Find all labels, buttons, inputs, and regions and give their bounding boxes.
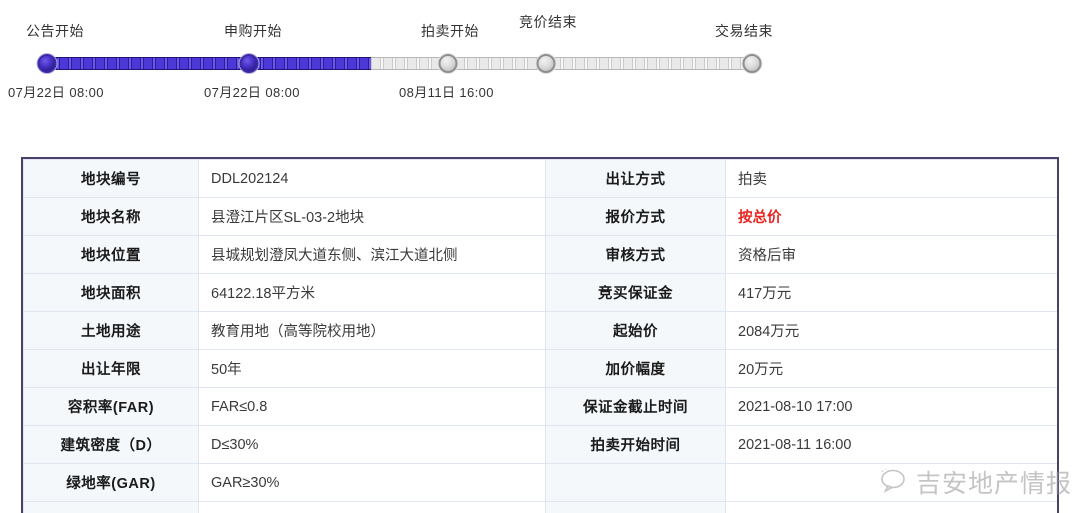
timeline-label-2: 拍卖开始 [421, 21, 479, 41]
table-row: 土地用途教育用地（高等院校用地）起始价2084万元 [24, 312, 1058, 350]
row-label-left: 建筑密度（D） [24, 426, 199, 464]
table-row: 容积率(FAR)FAR≤0.8保证金截止时间2021-08-10 17:00 [24, 388, 1058, 426]
row-value-right: 417万元 [726, 274, 1058, 312]
row-label-left: 地块名称 [24, 198, 199, 236]
timeline-date-1: 07月22日 08:00 [204, 82, 300, 101]
row-label-left [24, 502, 199, 513]
row-value-left [199, 502, 546, 513]
row-label-left: 土地用途 [24, 312, 199, 350]
row-label-left: 出让年限 [24, 350, 199, 388]
row-label-left: 地块编号 [24, 160, 199, 198]
row-value-right: 按总价 [726, 198, 1058, 236]
row-label-right: 报价方式 [546, 198, 726, 236]
row-value-left: 教育用地（高等院校用地） [199, 312, 546, 350]
timeline-node-4[interactable] [743, 54, 762, 73]
timeline-node-2[interactable] [439, 54, 458, 73]
timeline-date-0: 07月22日 08:00 [8, 82, 104, 101]
table-row: 地块名称县澄江片区SL-03-2地块报价方式按总价 [24, 198, 1058, 236]
row-value-left: DDL202124 [199, 160, 546, 198]
row-label-right [546, 464, 726, 502]
auction-timeline: 公告开始 申购开始 拍卖开始 竞价结束 交易结束 07月22日 08:00 07… [0, 0, 1080, 110]
timeline-label-1: 申购开始 [224, 21, 282, 41]
row-value-left: FAR≤0.8 [199, 388, 546, 426]
table-row: 建筑密度（D）D≤30%拍卖开始时间2021-08-11 16:00 [24, 426, 1058, 464]
timeline-label-0: 公告开始 [26, 21, 84, 41]
table-row [24, 502, 1058, 513]
land-parcel-info-table: 地块编号DDL202124出让方式拍卖地块名称县澄江片区SL-03-2地块报价方… [21, 157, 1059, 513]
row-value-right: 2021-08-11 16:00 [726, 426, 1058, 464]
row-label-left: 容积率(FAR) [24, 388, 199, 426]
timeline-label-3: 竞价结束 [519, 12, 577, 32]
row-value-right [726, 464, 1058, 502]
row-value-left: 县城规划澄凤大道东侧、滨江大道北侧 [199, 236, 546, 274]
row-value-left: 50年 [199, 350, 546, 388]
row-label-left: 地块位置 [24, 236, 199, 274]
row-label-left: 绿地率(GAR) [24, 464, 199, 502]
row-value-right [726, 502, 1058, 513]
table-row: 地块位置县城规划澄凤大道东侧、滨江大道北侧审核方式资格后审 [24, 236, 1058, 274]
row-label-right: 加价幅度 [546, 350, 726, 388]
row-value-left: D≤30% [199, 426, 546, 464]
row-value-left: 县澄江片区SL-03-2地块 [199, 198, 546, 236]
row-label-right: 竞买保证金 [546, 274, 726, 312]
table-row: 绿地率(GAR)GAR≥30% [24, 464, 1058, 502]
row-value-right: 20万元 [726, 350, 1058, 388]
row-label-right: 审核方式 [546, 236, 726, 274]
row-value-right: 资格后审 [726, 236, 1058, 274]
timeline-node-3[interactable] [537, 54, 556, 73]
row-value-right: 拍卖 [726, 160, 1058, 198]
timeline-date-2: 08月11日 16:00 [399, 82, 494, 101]
timeline-label-4: 交易结束 [715, 21, 773, 41]
timeline-track [47, 54, 752, 72]
timeline-bar-progress [47, 57, 371, 70]
row-label-right: 起始价 [546, 312, 726, 350]
table-row: 地块面积64122.18平方米竞买保证金417万元 [24, 274, 1058, 312]
row-label-left: 地块面积 [24, 274, 199, 312]
row-value-left: 64122.18平方米 [199, 274, 546, 312]
timeline-node-1[interactable] [239, 54, 258, 73]
row-label-right: 拍卖开始时间 [546, 426, 726, 464]
timeline-node-0[interactable] [38, 54, 57, 73]
row-label-right: 出让方式 [546, 160, 726, 198]
row-value-right: 2084万元 [726, 312, 1058, 350]
table-row: 出让年限50年加价幅度20万元 [24, 350, 1058, 388]
row-value-left: GAR≥30% [199, 464, 546, 502]
table-row: 地块编号DDL202124出让方式拍卖 [24, 160, 1058, 198]
row-label-right [546, 502, 726, 513]
row-value-right: 2021-08-10 17:00 [726, 388, 1058, 426]
row-label-right: 保证金截止时间 [546, 388, 726, 426]
